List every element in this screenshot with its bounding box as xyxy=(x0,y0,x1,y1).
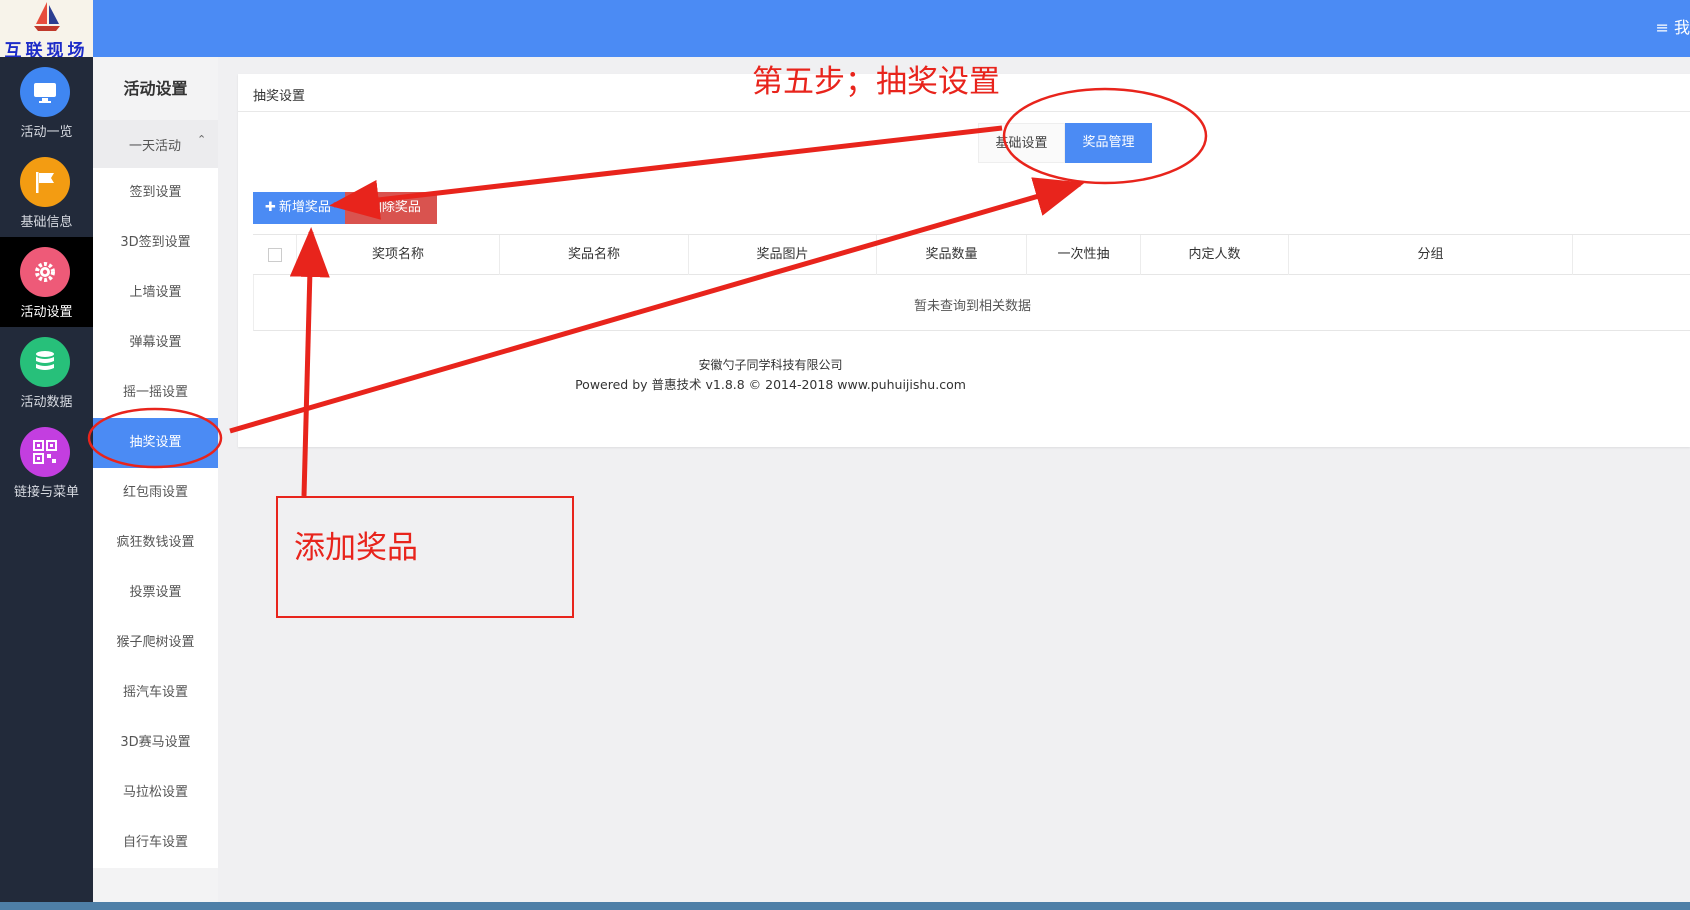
monitor-icon xyxy=(20,67,70,117)
chevron-up-icon: ⌃ xyxy=(197,133,207,146)
rail-item-label: 活动数据 xyxy=(20,395,73,410)
icon-rail: 活动一览 基础信息 活动设置 活动数据 链接与菜单 xyxy=(0,57,93,910)
rail-item-label: 活动一览 xyxy=(20,125,73,140)
empty-text: 暂未查询到相关数据 xyxy=(913,299,1031,314)
submenu-item-car[interactable]: 摇汽车设置 xyxy=(93,668,218,718)
add-prize-button[interactable]: ✚ 新增奖品 xyxy=(253,192,345,224)
submenu-title: 活动设置 xyxy=(123,79,188,98)
submenu-item-lottery[interactable]: 抽奖设置 xyxy=(93,418,218,468)
user-menu-button[interactable]: ≡ 我 xyxy=(1656,14,1690,38)
column-header[interactable]: 分组 xyxy=(1289,235,1573,275)
column-header[interactable]: 内定人数 xyxy=(1141,235,1289,275)
panel-title: 抽奖设置 xyxy=(253,89,306,104)
plus-icon: ✚ xyxy=(265,200,276,215)
rail-item-label: 活动设置 xyxy=(20,305,73,320)
select-all-cell xyxy=(253,235,297,275)
flag-icon xyxy=(20,157,70,207)
os-taskbar xyxy=(0,902,1690,910)
submenu-item-3d-checkin[interactable]: 3D签到设置 xyxy=(93,218,218,268)
delete-prize-label: 删除奖品 xyxy=(368,200,421,215)
submenu-item-vote[interactable]: 投票设置 xyxy=(93,568,218,618)
settings-submenu: 活动设置 一天活动 ⌃ 签到设置 3D签到设置 上墙设置 弹幕设置 摇一摇设置 … xyxy=(93,57,218,910)
delete-prize-button[interactable]: ▪ 删除奖品 xyxy=(345,192,437,224)
tab-prize-management[interactable]: 奖品管理 xyxy=(1065,123,1152,163)
tab-basic-settings[interactable]: 基础设置 xyxy=(978,123,1065,163)
submenu-item-checkin[interactable]: 签到设置 xyxy=(93,168,218,218)
column-header[interactable]: 奖项名称 xyxy=(297,235,500,275)
footer-company: 安徽勺子同学科技有限公司 xyxy=(698,358,843,372)
qrcode-icon xyxy=(20,427,70,477)
logo-text: 互联现场 xyxy=(4,41,89,57)
submenu-item-red-packet[interactable]: 红包雨设置 xyxy=(93,468,218,518)
column-header[interactable]: 奖品名称 xyxy=(500,235,689,275)
annotation-step-title: 第五步；抽奖设置 xyxy=(752,64,1000,100)
lottery-panel: 抽奖设置 基础设置 奖品管理 ✚ 新增奖品 ▪ 删除奖品 奖项名称 奖品名称 奖品图… xyxy=(238,74,1690,447)
rail-item-links-menu[interactable]: 链接与菜单 xyxy=(0,417,93,507)
submenu-item-horse[interactable]: 3D赛马设置 xyxy=(93,718,218,768)
submenu-item-monkey[interactable]: 猴子爬树设置 xyxy=(93,618,218,668)
column-header[interactable]: 一次性抽 xyxy=(1027,235,1141,275)
trash-icon: ▪ xyxy=(357,200,366,215)
annotation-note-box: 添加奖品 xyxy=(276,496,574,618)
submenu-item-wall[interactable]: 上墙设置 xyxy=(93,268,218,318)
submenu-item-shake[interactable]: 摇一摇设置 xyxy=(93,368,218,418)
sail-logo-icon xyxy=(34,2,60,31)
submenu-item-danmaku[interactable]: 弹幕设置 xyxy=(93,318,218,368)
submenu-item-count-money[interactable]: 疯狂数钱设置 xyxy=(93,518,218,568)
column-header[interactable]: 奖品图片 xyxy=(689,235,877,275)
top-bar: 互联现场 ≡ 我 xyxy=(0,0,1690,57)
prize-table: 奖项名称 奖品名称 奖品图片 奖品数量 一次性抽 内定人数 分组 暂未查询到相关… xyxy=(253,234,1690,331)
submenu-group-one-day[interactable]: 一天活动 ⌃ xyxy=(93,120,218,168)
table-header: 奖项名称 奖品名称 奖品图片 奖品数量 一次性抽 内定人数 分组 xyxy=(253,235,1690,275)
rail-item-activity-list[interactable]: 活动一览 xyxy=(0,57,93,147)
rail-item-activity-data[interactable]: 活动数据 xyxy=(0,327,93,417)
rail-item-label: 链接与菜单 xyxy=(13,485,79,500)
gear-icon xyxy=(20,247,70,297)
column-header[interactable]: 奖品数量 xyxy=(877,235,1027,275)
rail-item-basic-info[interactable]: 基础信息 xyxy=(0,147,93,237)
rail-item-activity-settings[interactable]: 活动设置 xyxy=(0,237,93,327)
group-label: 一天活动 xyxy=(129,139,182,154)
annotation-note-text: 添加奖品 xyxy=(294,530,418,566)
select-all-checkbox[interactable] xyxy=(268,248,282,262)
rail-item-label: 基础信息 xyxy=(20,215,73,230)
database-icon xyxy=(20,337,70,387)
submenu-item-bicycle[interactable]: 自行车设置 xyxy=(93,818,218,868)
submenu-item-marathon[interactable]: 马拉松设置 xyxy=(93,768,218,818)
app-logo[interactable]: 互联现场 xyxy=(0,0,93,57)
empty-table-row: 暂未查询到相关数据 xyxy=(253,275,1690,331)
footer-powered-by: Powered by 普惠技术 v1.8.8 © 2014-2018 www.p… xyxy=(575,377,966,392)
add-prize-label: 新增奖品 xyxy=(278,200,331,215)
